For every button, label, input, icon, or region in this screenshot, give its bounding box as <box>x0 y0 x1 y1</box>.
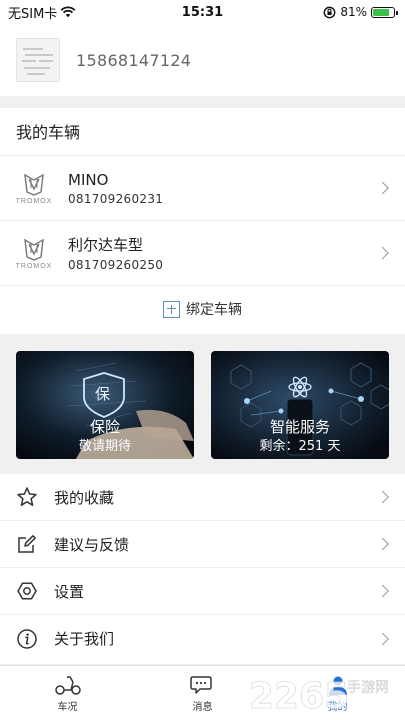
carrier-label: 无SIM卡 <box>8 6 58 22</box>
plus-icon <box>163 300 180 318</box>
wifi-icon <box>60 6 76 18</box>
insurance-badge: 保 <box>95 385 111 403</box>
person-icon <box>328 676 347 695</box>
profile-header[interactable]: 15868147124 <box>0 24 405 96</box>
menu-item-label: 设置 <box>54 582 85 601</box>
chevron-right-icon <box>376 537 389 551</box>
vehicle-info: MINO 081709260231 <box>68 171 163 206</box>
chevron-right-icon <box>376 632 389 645</box>
vehicle-brand: TROMOX <box>15 197 53 205</box>
vehicles-title: 我的车辆 <box>0 108 405 156</box>
smart-service-card[interactable]: 智能服务 剩余：251 天 <box>211 351 389 459</box>
avatar[interactable] <box>16 38 60 82</box>
vehicle-info: 利尔达车型 081709260250 <box>68 234 163 272</box>
tab-label: 消息 <box>192 701 213 713</box>
vehicle-name: MINO <box>68 170 109 189</box>
orientation-lock-icon <box>323 6 336 18</box>
menu-item-label: 关于我们 <box>54 630 115 648</box>
vehicle-id: 081709260250 <box>68 258 164 272</box>
chevron-right-icon <box>376 490 389 504</box>
vehicle-id: 081709260231 <box>68 191 164 206</box>
menu-item-favorites[interactable]: 我的收藏 <box>0 474 405 521</box>
smart-service-title: 智能服务 <box>269 418 330 436</box>
menu-item-label: 我的收藏 <box>54 488 115 507</box>
service-cards: 保 保险 敬请期待 智能服务 剩余：251 天 <box>0 346 405 460</box>
vehicles-section: 我的车辆 TROMOX MINO 081709260231 TROMOX 利尔达… <box>0 108 405 334</box>
vehicle-row[interactable]: TROMOX MINO 081709260231 <box>0 156 405 221</box>
vehicle-brand: TROMOX <box>15 262 53 270</box>
chevron-right-icon <box>376 181 389 195</box>
bind-vehicle-button[interactable]: 绑定车辆 <box>0 286 405 332</box>
tromox-logo-icon: TROMOX <box>0 156 68 221</box>
insurance-subtitle: 敬请期待 <box>78 439 131 454</box>
menu-item-label: 建议与反馈 <box>54 535 130 554</box>
menu-list: 我的收藏 建议与反馈 设置 关于我们 <box>0 474 405 664</box>
scooter-icon <box>54 675 81 695</box>
chevron-right-icon <box>376 584 389 598</box>
smart-service-subtitle: 剩余：251 天 <box>259 439 341 454</box>
info-icon <box>0 628 54 650</box>
star-icon <box>0 486 54 508</box>
chevron-right-icon <box>376 246 389 260</box>
insurance-title: 保险 <box>89 418 120 436</box>
battery-icon <box>371 6 398 18</box>
bind-vehicle-label: 绑定车辆 <box>186 302 242 318</box>
tab-mine[interactable]: 我的 <box>270 666 405 720</box>
tab-bar: 车况 消息 我的 <box>0 665 405 720</box>
battery-percent: 81% <box>340 5 367 19</box>
tab-label: 车况 <box>57 701 78 713</box>
gear-icon <box>0 580 54 602</box>
battery-level <box>373 8 390 16</box>
insurance-card[interactable]: 保 保险 敬请期待 <box>16 351 194 459</box>
tab-messages[interactable]: 消息 <box>135 666 270 720</box>
chat-icon <box>189 675 212 694</box>
vehicle-row[interactable]: TROMOX 利尔达车型 081709260250 <box>0 221 405 286</box>
menu-item-about[interactable]: 关于我们 <box>0 615 405 662</box>
menu-item-settings[interactable]: 设置 <box>0 568 405 615</box>
tromox-logo-icon: TROMOX <box>0 221 68 286</box>
phone-number: 15868147124 <box>76 50 192 70</box>
tab-vehicle-status[interactable]: 车况 <box>0 666 135 720</box>
status-bar-left: 无SIM卡 <box>8 3 76 22</box>
vehicle-name: 利尔达车型 <box>68 236 144 254</box>
status-bar: 无SIM卡 15:31 81% <box>0 0 405 24</box>
tab-label: 我的 <box>327 701 348 713</box>
menu-item-feedback[interactable]: 建议与反馈 <box>0 521 405 568</box>
edit-icon <box>0 533 54 555</box>
status-bar-right: 81% <box>323 5 398 19</box>
